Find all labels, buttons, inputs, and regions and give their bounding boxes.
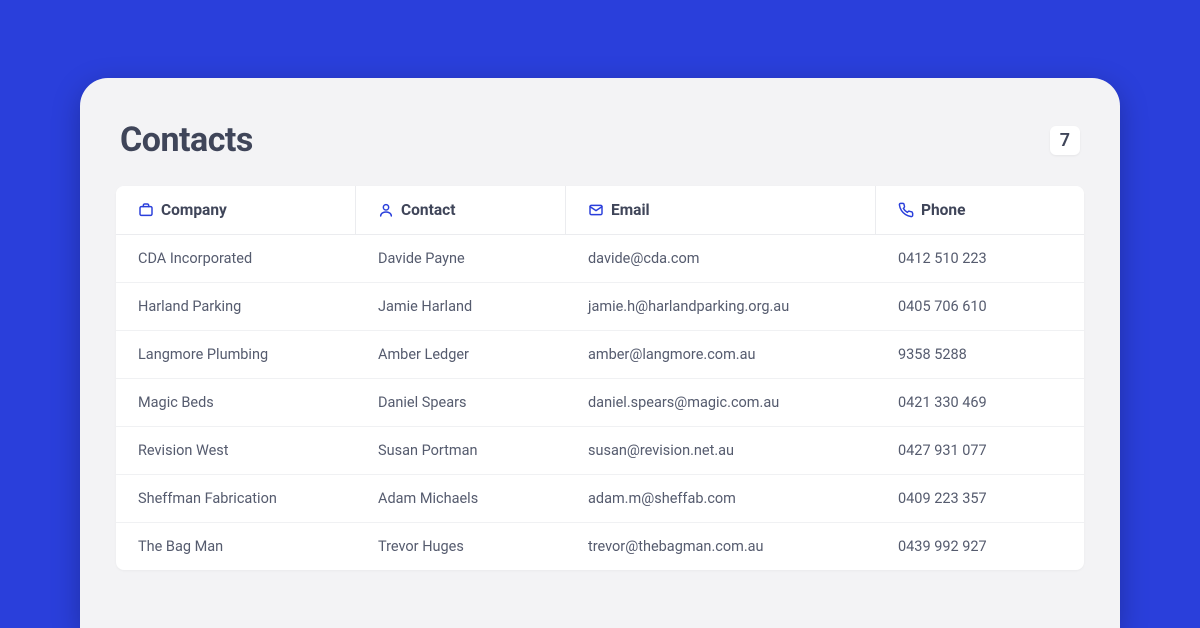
cell-phone: 0427 931 077 [876, 427, 1084, 474]
table-row[interactable]: CDA IncorporatedDavide Paynedavide@cda.c… [116, 235, 1084, 283]
cell-company: Harland Parking [116, 283, 356, 330]
cell-phone: 9358 5288 [876, 331, 1084, 378]
table-header: Company Contact Email Phone [116, 186, 1084, 235]
column-label: Company [161, 201, 227, 219]
cell-company: Langmore Plumbing [116, 331, 356, 378]
table-row[interactable]: The Bag ManTrevor Hugestrevor@thebagman.… [116, 523, 1084, 570]
contacts-card: Contacts 7 Company Contact Email [80, 78, 1120, 628]
cell-phone: 0409 223 357 [876, 475, 1084, 522]
cell-email: trevor@thebagman.com.au [566, 523, 876, 570]
count-badge: 7 [1050, 126, 1080, 155]
cell-contact: Daniel Spears [356, 379, 566, 426]
cell-email: daniel.spears@magic.com.au [566, 379, 876, 426]
cell-email: susan@revision.net.au [566, 427, 876, 474]
cell-contact: Davide Payne [356, 235, 566, 282]
column-header-company[interactable]: Company [116, 186, 356, 234]
contacts-table: Company Contact Email Phone [116, 186, 1084, 570]
column-label: Email [611, 201, 650, 219]
cell-company: The Bag Man [116, 523, 356, 570]
cell-phone: 0421 330 469 [876, 379, 1084, 426]
cell-email: amber@langmore.com.au [566, 331, 876, 378]
cell-contact: Susan Portman [356, 427, 566, 474]
cell-company: Magic Beds [116, 379, 356, 426]
cell-email: adam.m@sheffab.com [566, 475, 876, 522]
column-header-phone[interactable]: Phone [876, 186, 1084, 234]
briefcase-icon [138, 202, 154, 218]
cell-phone: 0439 992 927 [876, 523, 1084, 570]
table-row[interactable]: Langmore PlumbingAmber Ledgeramber@langm… [116, 331, 1084, 379]
cell-contact: Amber Ledger [356, 331, 566, 378]
table-row[interactable]: Magic BedsDaniel Spearsdaniel.spears@mag… [116, 379, 1084, 427]
table-body: CDA IncorporatedDavide Paynedavide@cda.c… [116, 235, 1084, 570]
cell-company: Revision West [116, 427, 356, 474]
phone-icon [898, 202, 914, 218]
column-label: Phone [921, 201, 965, 219]
table-row[interactable]: Revision WestSusan Portmansusan@revision… [116, 427, 1084, 475]
column-header-email[interactable]: Email [566, 186, 876, 234]
cell-email: davide@cda.com [566, 235, 876, 282]
cell-company: Sheffman Fabrication [116, 475, 356, 522]
cell-phone: 0405 706 610 [876, 283, 1084, 330]
cell-email: jamie.h@harlandparking.org.au [566, 283, 876, 330]
column-header-contact[interactable]: Contact [356, 186, 566, 234]
cell-company: CDA Incorporated [116, 235, 356, 282]
page-title: Contacts [120, 120, 253, 160]
column-label: Contact [401, 201, 455, 219]
cell-contact: Trevor Huges [356, 523, 566, 570]
table-row[interactable]: Harland ParkingJamie Harlandjamie.h@harl… [116, 283, 1084, 331]
cell-contact: Adam Michaels [356, 475, 566, 522]
user-icon [378, 202, 394, 218]
mail-icon [588, 202, 604, 218]
table-row[interactable]: Sheffman FabricationAdam Michaelsadam.m@… [116, 475, 1084, 523]
cell-contact: Jamie Harland [356, 283, 566, 330]
cell-phone: 0412 510 223 [876, 235, 1084, 282]
header-row: Contacts 7 [116, 120, 1084, 160]
